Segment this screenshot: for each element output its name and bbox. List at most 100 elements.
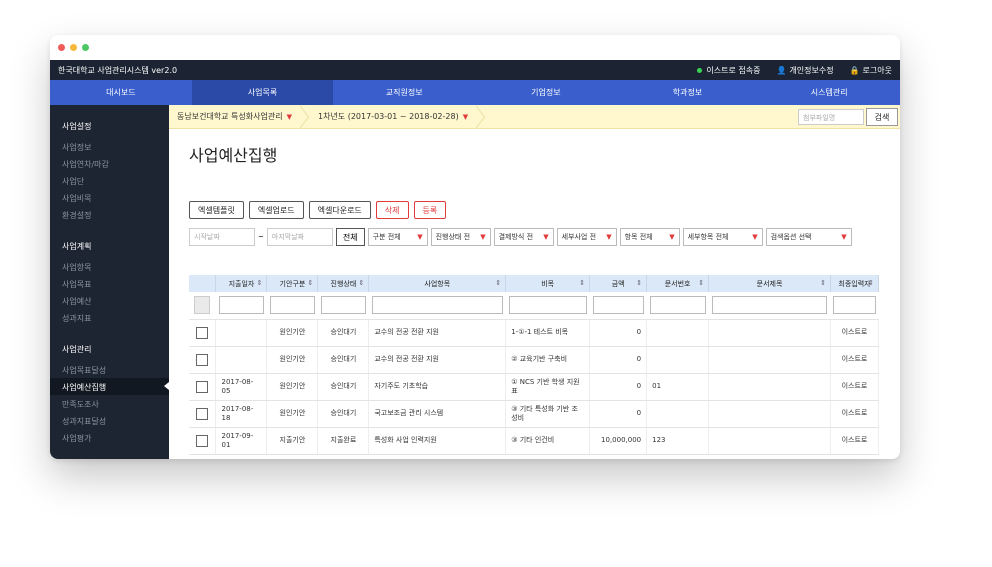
browser-window: 한국대학교 사업관리시스템 ver2.0 이스트로 접속중 👤 개인정보수정 🔒… <box>50 35 900 459</box>
cell-date: 2017-08-18 <box>215 400 268 428</box>
sidebar-item[interactable]: 사업비목 <box>50 189 169 206</box>
column-header-date[interactable]: 지출일자 ⇕ <box>215 275 268 292</box>
column-header-project-item[interactable]: 사업항목 ⇕ <box>368 275 507 292</box>
sort-icon: ⇕ <box>579 278 586 287</box>
column-filter-input[interactable] <box>592 296 644 315</box>
search-option-select[interactable]: 검색옵션 선택 ▼ <box>765 228 852 246</box>
close-window-button[interactable] <box>58 44 65 51</box>
sort-icon: ⇕ <box>307 278 314 287</box>
cell-expense-category: ② 교육기반 구축비 <box>505 346 591 374</box>
sidebar-item-active[interactable]: 사업예산집행 <box>50 378 169 395</box>
sidebar-group-title: 사업관리 <box>62 345 92 354</box>
sidebar-item[interactable]: 사업목표달성 <box>50 361 169 378</box>
column-header-last-editor[interactable]: 최종입력자 ⇕ <box>830 275 880 292</box>
status-select[interactable]: 진행상태 전 ▼ <box>430 228 491 246</box>
sidebar-item[interactable]: 환경설정 <box>50 206 169 223</box>
tab-system-admin[interactable]: 시스템관리 <box>758 80 900 105</box>
row-checkbox[interactable] <box>196 326 209 339</box>
search-button[interactable]: 검색 <box>866 108 898 126</box>
sidebar-item[interactable]: 성과지표 <box>50 309 169 326</box>
cell-doc-number <box>646 400 710 428</box>
breadcrumb-period[interactable]: 1차년도 (2017-03-01 ~ 2018-02-28) ▼ <box>310 111 476 122</box>
sidebar-item[interactable]: 사업예산 <box>50 292 169 309</box>
maximize-window-button[interactable] <box>82 44 89 51</box>
column-filter-input[interactable] <box>218 296 264 315</box>
main-nav: 대시보드 사업목록 교직원정보 기업정보 학과정보 시스템관리 <box>50 80 900 105</box>
column-header-doc-title[interactable]: 문서제목 ⇕ <box>708 275 831 292</box>
column-filter-input[interactable] <box>371 296 503 315</box>
tab-project-list[interactable]: 사업목록 <box>191 80 334 105</box>
excel-upload-button[interactable]: 엑셀업로드 <box>248 201 304 219</box>
select-all-checkbox[interactable] <box>194 296 211 315</box>
tab-staff-info[interactable]: 교직원정보 <box>333 80 475 105</box>
caret-down-icon: ▼ <box>462 112 469 121</box>
category-select[interactable]: 구분 전체 ▼ <box>367 228 428 246</box>
tab-dashboard[interactable]: 대시보드 <box>50 80 192 105</box>
column-header-label: 지출일자 <box>228 279 255 288</box>
column-filter-input[interactable] <box>320 296 366 315</box>
row-checkbox[interactable] <box>196 380 209 393</box>
table-row[interactable]: 2017-09-01 지출기안 지출완료 특성화 사업 인력지원 ③ 기타 인건비 10,… <box>189 427 880 455</box>
column-header-expense-category[interactable]: 비목 ⇕ <box>505 275 591 292</box>
sidebar-item[interactable]: 사업항목 <box>50 258 169 275</box>
column-filter-input[interactable] <box>508 296 587 315</box>
column-filter-input[interactable] <box>833 296 876 315</box>
sidebar-item[interactable]: 사업정보 <box>50 138 169 155</box>
all-dates-button[interactable]: 전체 <box>335 228 365 246</box>
row-checkbox[interactable] <box>196 434 209 447</box>
table-row[interactable]: 원인기안 승인대기 교수의 전공 전환 지원 1-①-1 테스트 비목 0 이스트로 <box>189 319 880 347</box>
cell-project-item: 국고보조금 관리 시스템 <box>368 400 507 428</box>
row-checkbox[interactable] <box>196 353 209 366</box>
sub-item-select[interactable]: 세부항목 전체 ▼ <box>682 228 763 246</box>
column-filter-input[interactable] <box>269 296 315 315</box>
cell-draft-type: 원인기안 <box>266 319 319 347</box>
excel-template-button[interactable]: 엑셀템플릿 <box>189 201 244 219</box>
column-header-draft-type[interactable]: 기안구분 ⇕ <box>266 275 319 292</box>
status-select-value: 진행상태 전 <box>435 233 471 241</box>
column-header-amount[interactable]: 금액 ⇕ <box>589 275 648 292</box>
sub-project-select[interactable]: 세부사업 전 ▼ <box>556 228 617 246</box>
sidebar-item[interactable]: 사업연차/마감 <box>50 155 169 172</box>
column-header-doc-number[interactable]: 문서번호 ⇕ <box>646 275 710 292</box>
table-row[interactable]: 원인기안 승인대기 교수의 전공 전환 지원 ② 교육기반 구축비 0 이스트로 <box>189 346 880 374</box>
cell-last-editor: 이스트로 <box>830 400 880 428</box>
table-row[interactable]: 2017-08-18 원인기안 승인대기 국고보조금 관리 시스템 ③ 기타 특성화 기… <box>189 400 880 428</box>
payment-method-select[interactable]: 결제방식 전 ▼ <box>493 228 554 246</box>
sidebar-item[interactable]: 성과지표달성 <box>50 412 169 429</box>
caret-down-icon: ▼ <box>752 233 758 241</box>
row-select-cell <box>189 427 217 455</box>
profile-edit-link[interactable]: 👤 개인정보수정 <box>776 65 833 76</box>
column-header-label: 사업항목 <box>424 279 451 288</box>
tab-company-info[interactable]: 기업정보 <box>475 80 617 105</box>
cell-draft-type: 지출기안 <box>266 427 319 455</box>
sidebar-item[interactable]: 사업단 <box>50 172 169 189</box>
column-filter-input[interactable] <box>649 296 706 315</box>
attachment-search-input[interactable]: 첨부파일명 <box>798 109 864 125</box>
tab-department-info[interactable]: 학과정보 <box>617 80 759 105</box>
sidebar-item[interactable]: 만족도조사 <box>50 395 169 412</box>
sort-icon: ⇕ <box>636 278 643 287</box>
item-select[interactable]: 항목 전체 ▼ <box>619 228 680 246</box>
end-date-input[interactable]: 마지막날짜 <box>266 228 333 246</box>
user-status-text: 이스트로 접속중 <box>706 65 761 75</box>
sidebar-item[interactable]: 사업평가 <box>50 429 169 446</box>
sidebar-item[interactable]: 사업목표 <box>50 275 169 292</box>
breadcrumb-project-label: 동남보건대학교 특성화사업관리 <box>177 112 283 121</box>
row-checkbox[interactable] <box>196 407 209 420</box>
start-date-input[interactable]: 시작날짜 <box>189 228 255 246</box>
column-header-label: 문서번호 <box>664 279 691 288</box>
minimize-window-button[interactable] <box>70 44 77 51</box>
cell-doc-title <box>708 346 831 374</box>
column-filter-input[interactable] <box>711 296 828 315</box>
register-button[interactable]: 등록 <box>413 201 447 219</box>
breadcrumb-project[interactable]: 동남보건대학교 특성화사업관리 ▼ <box>169 111 300 122</box>
excel-download-button[interactable]: 엑셀다운로드 <box>308 201 371 219</box>
table-row[interactable]: 2017-08-05 원인기안 승인대기 자기주도 기초학습 ① NCS 기반 학생 지… <box>189 373 880 401</box>
lock-icon: 🔒 <box>849 65 860 75</box>
delete-button[interactable]: 삭제 <box>375 201 409 219</box>
row-select-cell <box>189 373 217 401</box>
cell-amount: 0 <box>589 346 648 374</box>
caret-down-icon: ▼ <box>543 233 549 241</box>
logout-link[interactable]: 🔒 로그아웃 <box>850 65 892 76</box>
column-header-status[interactable]: 진행상태 ⇕ <box>317 275 370 292</box>
